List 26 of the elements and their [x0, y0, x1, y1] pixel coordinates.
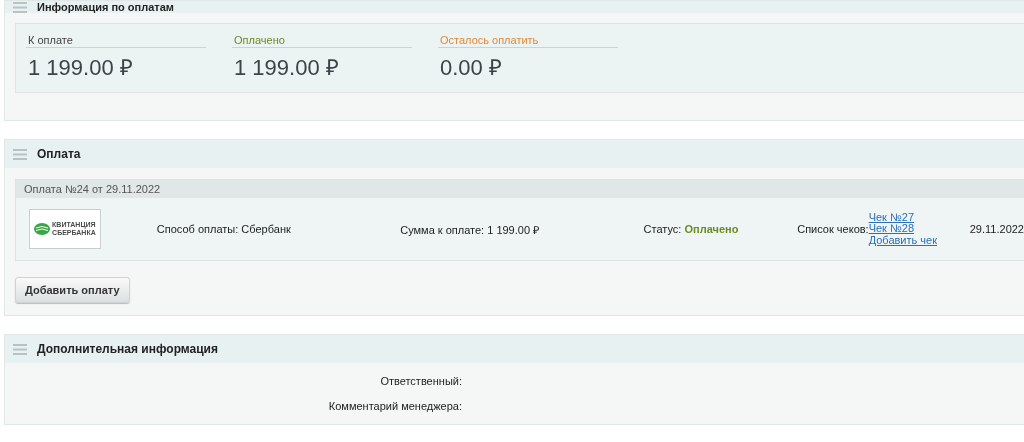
- receipts-label: Список чеков:: [797, 223, 869, 235]
- section-title: Оплата: [37, 147, 81, 161]
- menu-icon[interactable]: [13, 343, 27, 355]
- status-label: Статус:: [643, 223, 683, 235]
- section-title: Информация по оплатам: [37, 2, 174, 13]
- add-receipt-link[interactable]: Добавить чек: [868, 234, 937, 247]
- receipt-link[interactable]: Чек №27: [868, 211, 937, 224]
- summary-amount: 1 199.00 ₽: [233, 54, 340, 81]
- summary-amount: 1 199.00 ₽: [27, 54, 134, 81]
- payment-header: Оплата №24 от 29.11.2022: [16, 180, 1024, 198]
- leaf-icon: [34, 223, 51, 235]
- field-label: Комментарий менеджера:: [327, 400, 462, 412]
- summary-label: Оплачено: [232, 34, 412, 48]
- receipt-link[interactable]: Чек №28: [868, 223, 937, 235]
- section-title: Дополнительная информация: [37, 342, 218, 356]
- add-payment-button[interactable]: Добавить оплату: [15, 277, 130, 303]
- summary-amount: 0.00 ₽: [439, 54, 503, 81]
- menu-icon[interactable]: [13, 148, 27, 160]
- payment-sum: Сумма к оплате: 1 199.00 ₽: [400, 222, 541, 237]
- summary-label: Осталось оплатить: [438, 34, 618, 48]
- menu-icon[interactable]: [13, 2, 27, 13]
- payment-date: 29.11.2022: [969, 223, 1024, 235]
- summary-label: К оплате: [26, 34, 206, 48]
- status-value: Оплачено: [684, 223, 739, 235]
- payment-method: Способ оплаты: Сбербанк: [156, 223, 292, 235]
- field-label: Ответственный:: [379, 375, 462, 387]
